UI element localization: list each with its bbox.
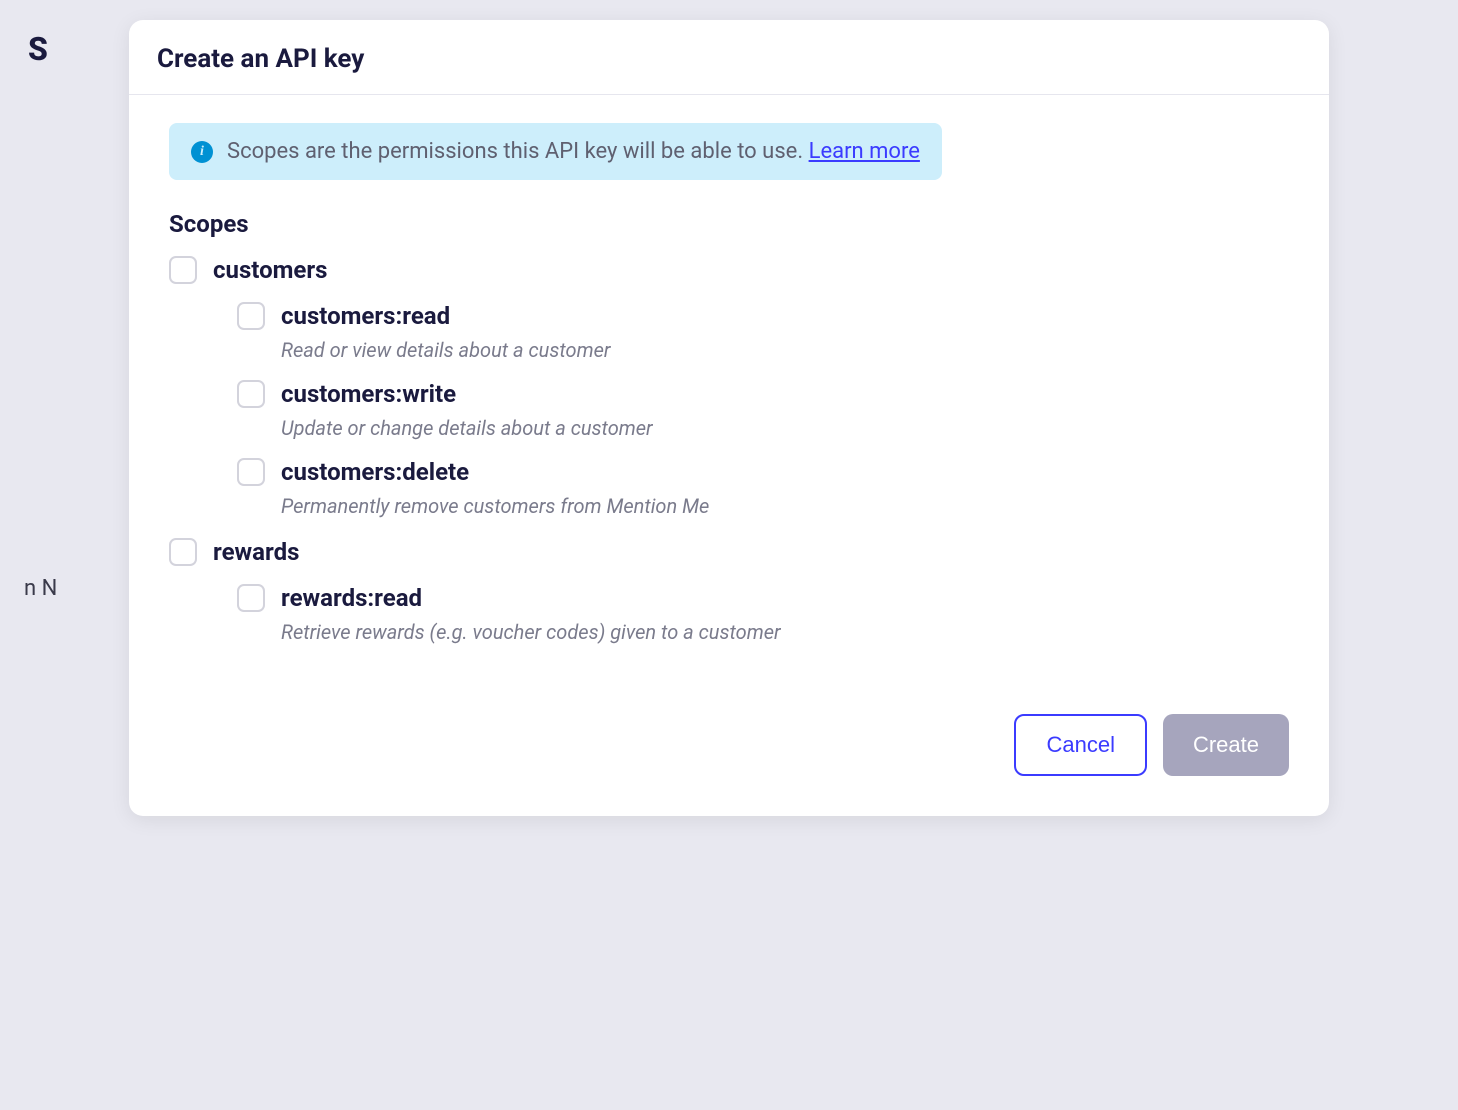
info-banner: i Scopes are the permissions this API ke…	[169, 123, 942, 180]
create-api-key-modal: Create an API key i Scopes are the permi…	[129, 20, 1329, 816]
checkbox-customers-write[interactable]	[237, 380, 265, 408]
modal-title: Create an API key	[157, 44, 1301, 74]
scope-children: customers:read Read or view details abou…	[169, 302, 1289, 518]
learn-more-link[interactable]: Learn more	[809, 139, 920, 164]
info-icon: i	[191, 141, 213, 163]
background-text-n: n N	[24, 576, 57, 601]
scope-label: customers	[213, 256, 328, 284]
checkbox-rewards[interactable]	[169, 538, 197, 566]
modal-footer: Cancel Create	[129, 694, 1329, 816]
scope-child: customers:delete Permanently remove cust…	[237, 458, 1289, 518]
scopes-heading: Scopes	[169, 210, 1289, 238]
background-text-s: S	[28, 30, 48, 68]
checkbox-rewards-read[interactable]	[237, 584, 265, 612]
checkbox-customers-read[interactable]	[237, 302, 265, 330]
scope-child: customers:write Update or change details…	[237, 380, 1289, 440]
create-button[interactable]: Create	[1163, 714, 1289, 776]
scope-parent-row: customers	[169, 256, 1289, 284]
info-text: Scopes are the permissions this API key …	[227, 139, 809, 164]
modal-header: Create an API key	[129, 20, 1329, 95]
checkbox-customers-delete[interactable]	[237, 458, 265, 486]
scope-label: rewards:read	[281, 584, 422, 612]
checkbox-customers[interactable]	[169, 256, 197, 284]
scope-desc: Retrieve rewards (e.g. voucher codes) gi…	[237, 620, 1289, 644]
scope-desc: Update or change details about a custome…	[237, 416, 1289, 440]
scope-desc: Permanently remove customers from Mentio…	[237, 494, 1289, 518]
scope-child: customers:read Read or view details abou…	[237, 302, 1289, 362]
scope-label: customers:read	[281, 302, 450, 330]
scope-children: rewards:read Retrieve rewards (e.g. vouc…	[169, 584, 1289, 644]
scope-label: customers:delete	[281, 458, 469, 486]
cancel-button[interactable]: Cancel	[1014, 714, 1146, 776]
scope-label: customers:write	[281, 380, 456, 408]
scope-label: rewards	[213, 538, 299, 566]
scope-child: rewards:read Retrieve rewards (e.g. vouc…	[237, 584, 1289, 644]
scope-parent-row: rewards	[169, 538, 1289, 566]
scope-group-rewards: rewards rewards:read Retrieve rewards (e…	[169, 538, 1289, 644]
modal-body: i Scopes are the permissions this API ke…	[129, 95, 1329, 694]
scope-desc: Read or view details about a customer	[237, 338, 1289, 362]
scope-group-customers: customers customers:read Read or view de…	[169, 256, 1289, 518]
